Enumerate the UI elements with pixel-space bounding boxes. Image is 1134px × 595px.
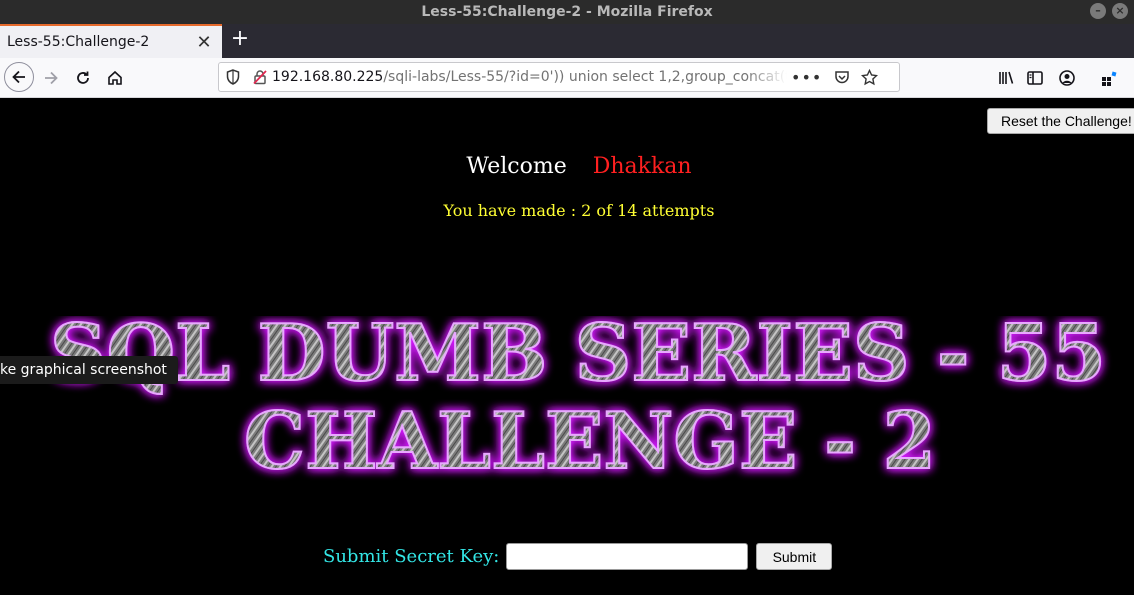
secret-key-input[interactable]: [506, 543, 749, 570]
back-button[interactable]: [4, 62, 34, 92]
shield-icon[interactable]: [226, 69, 240, 85]
forward-button[interactable]: [37, 64, 65, 92]
home-button[interactable]: [101, 64, 129, 92]
library-icon: [999, 71, 1014, 84]
secret-key-form: Submit Secret Key: Submit: [323, 543, 833, 570]
library-button[interactable]: [992, 64, 1020, 92]
sidebar-icon: [1027, 71, 1043, 85]
welcome-label: Welcome: [466, 154, 567, 179]
new-tab-button[interactable]: +: [229, 28, 251, 52]
tab-bar: Less-55:Challenge-2 ✕ +: [0, 24, 1134, 58]
banner-title: SQL DUMB SERIES - 55 CHALLENGE - 2: [49, 316, 1107, 486]
extensions-icon: [1102, 71, 1117, 86]
back-arrow-icon: [12, 70, 25, 84]
banner-line-2: CHALLENGE - 2: [244, 396, 936, 486]
submit-button[interactable]: Submit: [756, 543, 833, 570]
pocket-icon[interactable]: [834, 69, 850, 85]
address-bar[interactable]: 192.168.80.225/sqli-labs/Less-55/?id=0')…: [218, 62, 900, 92]
welcome-line: Welcome Dhakkan: [0, 154, 1134, 179]
reload-icon: [77, 71, 89, 84]
home-icon: [108, 70, 122, 85]
tab-title: Less-55:Challenge-2: [7, 34, 150, 50]
tab-active[interactable]: Less-55:Challenge-2 ✕: [0, 24, 222, 58]
url-host: 192.168.80.225: [272, 69, 384, 85]
bookmark-star-icon[interactable]: [861, 68, 879, 86]
url-path: /sqli-labs/Less-55/?id=0')) union select…: [383, 69, 787, 85]
reset-challenge-button[interactable]: Reset the Challenge!: [987, 108, 1134, 134]
account-button[interactable]: [1053, 64, 1081, 92]
insecure-lock-icon[interactable]: [252, 69, 268, 85]
sidebar-button[interactable]: [1021, 64, 1049, 92]
navigation-toolbar: 192.168.80.225/sqli-labs/Less-55/?id=0')…: [0, 58, 1134, 98]
window-titlebar: Less-55:Challenge-2 - Mozilla Firefox – …: [0, 0, 1134, 24]
account-icon: [1059, 70, 1075, 86]
screenshot-tooltip: ke graphical screenshot: [0, 356, 178, 384]
page-content: Reset the Challenge! Welcome Dhakkan You …: [0, 98, 1134, 595]
minimize-button[interactable]: –: [1090, 3, 1106, 19]
attempts-counter: You have made : 2 of 14 attempts: [443, 201, 715, 220]
extensions-button[interactable]: [1095, 64, 1123, 92]
user-name: Dhakkan: [592, 154, 692, 179]
reload-button[interactable]: [69, 64, 97, 92]
close-window-button[interactable]: ×: [1112, 3, 1128, 19]
url-text: 192.168.80.225/sqli-labs/Less-55/?id=0')…: [272, 69, 787, 85]
forward-arrow-icon: [45, 71, 58, 85]
banner-line-1: SQL DUMB SERIES - 55: [50, 316, 1106, 399]
secret-key-label: Submit Secret Key:: [323, 546, 500, 567]
window-title: Less-55:Challenge-2 - Mozilla Firefox: [421, 4, 713, 20]
page-actions-icon[interactable]: •••: [791, 68, 822, 87]
window-controls: – ×: [1090, 3, 1128, 19]
tab-close-icon[interactable]: ✕: [194, 32, 214, 53]
